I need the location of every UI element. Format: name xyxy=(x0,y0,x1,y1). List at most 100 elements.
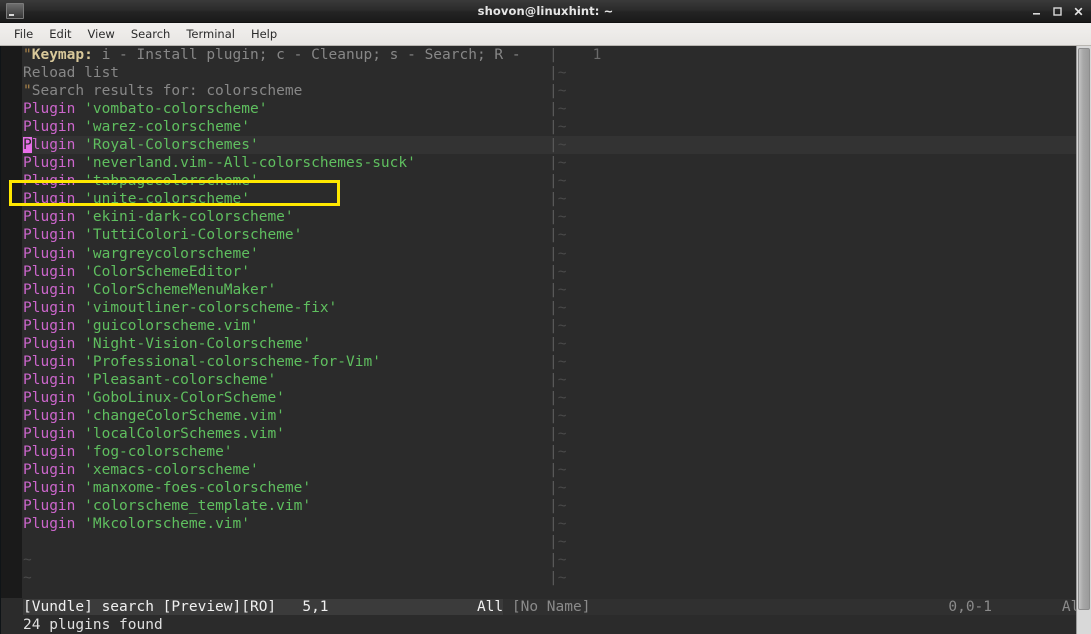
vim-message-line: 24 plugins found xyxy=(1,616,1076,634)
right-pane-tilde: ~ xyxy=(558,209,567,225)
maximize-button[interactable] xyxy=(1052,6,1063,17)
pane-separator: | xyxy=(549,101,558,117)
space xyxy=(75,282,84,298)
right-pane-cell: |~ xyxy=(549,154,566,172)
scrollbar-thumb[interactable] xyxy=(1078,48,1090,610)
space xyxy=(75,300,84,316)
space xyxy=(75,191,84,207)
plugin-name: 'warez-colorscheme' xyxy=(84,119,250,135)
terminal-row: Reload list|~ xyxy=(1,64,1076,82)
plugin-keyword: Plugin xyxy=(23,336,75,352)
right-pane-tilde: ~ xyxy=(558,516,567,532)
plugin-keyword: Plugin xyxy=(23,246,75,262)
reload-list-text: Reload list xyxy=(23,65,119,81)
pane-separator: | xyxy=(549,426,558,442)
plugin-name: 'neverland.vim--All-colorschemes-suck' xyxy=(84,155,416,171)
keymap-label: Keymap: xyxy=(32,47,93,63)
space xyxy=(75,209,84,225)
plugin-row-selected: Plugin 'Royal-Colorschemes'|~ xyxy=(1,136,1076,154)
menu-item-terminal[interactable]: Terminal xyxy=(178,25,243,43)
plugin-row: Plugin 'GoboLinux-ColorScheme'|~ xyxy=(1,389,1076,407)
plugin-row: Plugin 'colorscheme_template.vim'|~ xyxy=(1,497,1076,515)
pane-separator: | xyxy=(549,209,558,225)
right-pane-tilde: ~ xyxy=(558,444,567,460)
plugin-row: Plugin 'unite-colorscheme'|~ xyxy=(1,190,1076,208)
right-pane-tilde: ~ xyxy=(558,570,567,586)
plugin-name: 'TuttiColori-Colorscheme' xyxy=(84,227,302,243)
plugin-name: 'unite-colorscheme' xyxy=(84,191,250,207)
right-pane-tilde: ~ xyxy=(558,101,567,117)
plugin-name: 'ColorSchemeMenuMaker' xyxy=(84,282,276,298)
pane-separator: | xyxy=(549,137,558,153)
plugin-name: 'tabpagecolorscheme' xyxy=(84,173,259,189)
right-pane-tilde: ~ xyxy=(558,155,567,171)
terminal-row: "Keymap: i - Install plugin; c - Cleanup… xyxy=(1,46,1076,64)
right-pane-cell: |~ xyxy=(549,533,566,551)
plugin-row: Plugin 'warez-colorscheme'|~ xyxy=(1,118,1076,136)
pane-separator: | xyxy=(549,408,558,424)
right-pane-tilde: ~ xyxy=(558,336,567,352)
terminal-row: ~|~ xyxy=(1,551,1076,569)
space xyxy=(75,498,84,514)
minimize-button[interactable] xyxy=(1031,6,1042,17)
close-button[interactable] xyxy=(1073,6,1084,17)
plugin-row: Plugin 'ColorSchemeMenuMaker'|~ xyxy=(1,281,1076,299)
terminal-row: |~ xyxy=(1,533,1076,551)
plugin-row: Plugin 'Mkcolorscheme.vim'|~ xyxy=(1,515,1076,533)
pane-separator: | xyxy=(549,534,558,550)
plugin-name: 'localColorSchemes.vim' xyxy=(84,426,285,442)
vertical-scrollbar[interactable] xyxy=(1076,46,1091,634)
plugin-keyword: Plugin xyxy=(23,209,75,225)
plugin-keyword: Plugin xyxy=(23,101,75,117)
vim-session[interactable]: "Keymap: i - Install plugin; c - Cleanup… xyxy=(1,46,1076,634)
pane-separator: | xyxy=(549,227,558,243)
terminal-area[interactable]: "Keymap: i - Install plugin; c - Cleanup… xyxy=(0,46,1091,634)
terminal-row: "Search results for: colorscheme|~ xyxy=(1,82,1076,100)
space xyxy=(75,101,84,117)
space xyxy=(75,119,84,135)
right-pane-tilde: ~ xyxy=(558,264,567,280)
status-right-inactive: [No Name] 0,0-1 All xyxy=(503,599,1076,615)
title-bar[interactable]: shovon@linuxhint: ~ xyxy=(0,0,1091,23)
right-pane-tilde: ~ xyxy=(558,227,567,243)
terminal-window: shovon@linuxhint: ~ File Edit View Searc… xyxy=(0,0,1091,634)
vim-status-line: [Vundle] search [Preview][RO] 5,1 All [N… xyxy=(1,598,1076,616)
space xyxy=(75,354,84,370)
right-pane-cell: |~ xyxy=(549,263,566,281)
menu-item-file[interactable]: File xyxy=(6,25,41,43)
pane-separator: | xyxy=(549,552,558,568)
plugin-row: Plugin 'wargreycolorscheme'|~ xyxy=(1,245,1076,263)
plugin-keyword: Plugin xyxy=(23,191,75,207)
space xyxy=(75,137,84,153)
plugin-name: 'Pleasant-colorscheme' xyxy=(84,372,276,388)
pane-separator: | xyxy=(549,119,558,135)
pane-separator: | xyxy=(549,65,558,81)
space xyxy=(75,426,84,442)
menu-item-view[interactable]: View xyxy=(80,25,123,43)
right-pane-tilde: ~ xyxy=(558,480,567,496)
plugin-row: Plugin 'guicolorscheme.vim'|~ xyxy=(1,317,1076,335)
plugin-keyword: Plugin xyxy=(23,354,75,370)
window-controls xyxy=(1031,6,1084,17)
menu-item-search[interactable]: Search xyxy=(123,25,179,43)
right-pane-tilde: ~ xyxy=(558,119,567,135)
pane-separator: | xyxy=(549,282,558,298)
right-pane-cell: |~ xyxy=(549,281,566,299)
plugin-name: 'colorscheme_template.vim' xyxy=(84,498,311,514)
plugin-name: 'Mkcolorscheme.vim' xyxy=(84,516,250,532)
menu-item-help[interactable]: Help xyxy=(243,25,285,43)
plugin-name: 'fog-colorscheme' xyxy=(84,444,232,460)
plugin-keyword: Plugin xyxy=(23,498,75,514)
space xyxy=(75,444,84,460)
pane-separator: | xyxy=(549,47,558,63)
plugin-keyword: Plugin xyxy=(23,444,75,460)
pane-separator: | xyxy=(549,498,558,514)
space xyxy=(75,155,84,171)
menu-item-edit[interactable]: Edit xyxy=(41,25,79,43)
plugin-keyword: Plugin xyxy=(23,372,75,388)
pane-separator: | xyxy=(549,570,558,586)
space xyxy=(75,372,84,388)
right-pane-cell: |~ xyxy=(549,407,566,425)
plugin-name: 'GoboLinux-ColorScheme' xyxy=(84,390,285,406)
plugin-name: 'Night-Vision-Colorscheme' xyxy=(84,336,311,352)
